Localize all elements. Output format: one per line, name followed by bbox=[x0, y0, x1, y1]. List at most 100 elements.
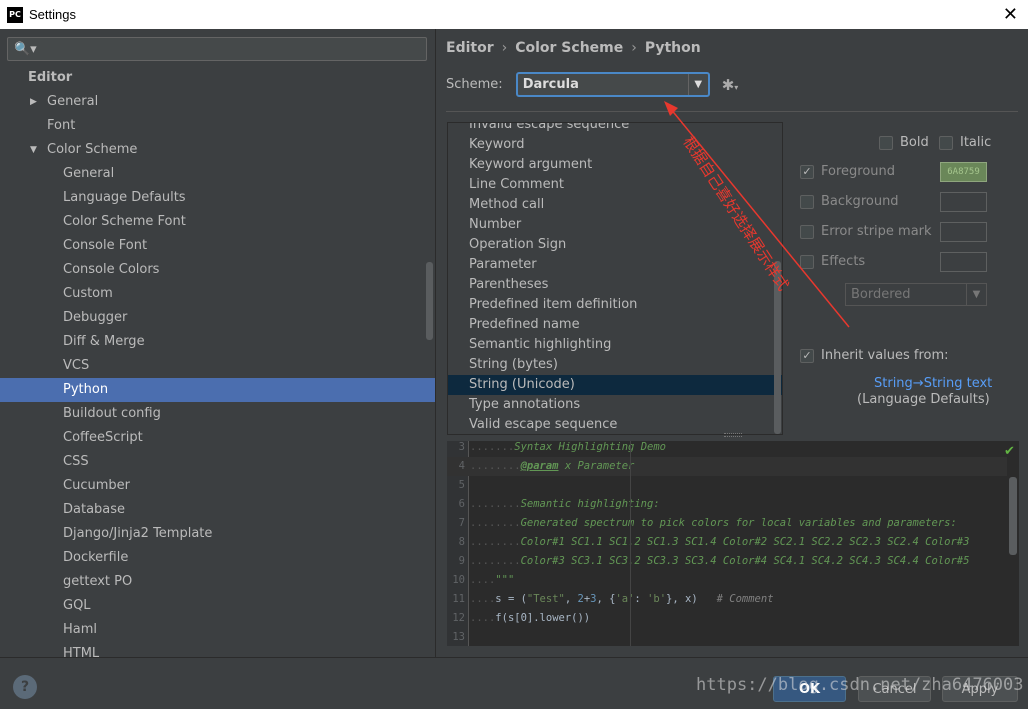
code-text: Color#3 SC3.1 SC3.2 SC3.3 SC3.4 Color#4 … bbox=[520, 555, 970, 567]
tree-item-debugger[interactable]: Debugger bbox=[0, 306, 435, 330]
list-item[interactable]: Semantic highlighting bbox=[448, 335, 782, 355]
error-stripe-option[interactable]: Error stripe mark bbox=[800, 224, 932, 239]
tree-item-haml[interactable]: Haml bbox=[0, 618, 435, 642]
tree-item-cucumber[interactable]: Cucumber bbox=[0, 474, 435, 498]
tree-item-font[interactable]: Font bbox=[0, 114, 435, 138]
foreground-checkbox[interactable]: ✓ bbox=[800, 164, 814, 179]
foreground-option[interactable]: ✓ Foreground bbox=[800, 164, 895, 179]
sidebar-scrollbar[interactable] bbox=[426, 262, 433, 340]
list-item[interactable]: Invalid escape sequence bbox=[448, 123, 782, 135]
error-stripe-color-swatch[interactable] bbox=[940, 222, 987, 242]
settings-tree: Editor ▶ General Font ▼ Color Scheme Gener… bbox=[0, 66, 435, 657]
ok-button[interactable]: OK bbox=[773, 676, 846, 702]
italic-option[interactable]: Italic bbox=[939, 135, 991, 150]
code-text: # Comment bbox=[716, 593, 774, 605]
tree-item-python[interactable]: Python bbox=[0, 378, 435, 402]
search-input[interactable] bbox=[40, 41, 426, 57]
chevron-down-icon[interactable]: ▼ bbox=[30, 138, 37, 162]
line-number: 11 bbox=[452, 593, 465, 605]
tree-item-coffeescript[interactable]: CoffeeScript bbox=[0, 426, 435, 450]
bold-checkbox[interactable] bbox=[879, 135, 893, 150]
code-text: : bbox=[634, 593, 648, 605]
background-option[interactable]: Background bbox=[800, 194, 899, 209]
tree-item-general[interactable]: ▶ General bbox=[0, 90, 435, 114]
tree-item-language-defaults[interactable]: Language Defaults bbox=[0, 186, 435, 210]
tree-item-buildout-config[interactable]: Buildout config bbox=[0, 402, 435, 426]
line-number: 10 bbox=[452, 574, 465, 586]
tree-item-editor[interactable]: Editor bbox=[0, 66, 435, 90]
settings-search[interactable]: 🔍▾ bbox=[7, 37, 427, 61]
effects-type-select[interactable]: Bordered ▼ bbox=[845, 283, 987, 306]
cancel-button[interactable]: Cancel bbox=[858, 676, 931, 702]
list-item[interactable]: Predefined item definition bbox=[448, 295, 782, 315]
code-preview[interactable]: 3 .......Syntax Highlighting Demo 4......… bbox=[447, 441, 1019, 646]
background-checkbox[interactable] bbox=[800, 194, 814, 209]
list-item[interactable]: Valid escape sequence bbox=[448, 415, 782, 434]
apply-button[interactable]: Apply bbox=[942, 676, 1018, 702]
check-icon: ✔ bbox=[1004, 444, 1015, 459]
tree-item-diff-merge[interactable]: Diff & Merge bbox=[0, 330, 435, 354]
help-button[interactable]: ? bbox=[13, 675, 37, 699]
list-item[interactable]: Parameter bbox=[448, 255, 782, 275]
effects-color-swatch[interactable] bbox=[940, 252, 987, 272]
tree-item-color-scheme-font[interactable]: Color Scheme Font bbox=[0, 210, 435, 234]
search-icon[interactable]: 🔍▾ bbox=[14, 42, 37, 57]
inherit-option[interactable]: ✓ Inherit values from: bbox=[800, 348, 949, 363]
effects-label: Effects bbox=[821, 254, 866, 269]
foreground-label: Foreground bbox=[821, 164, 896, 179]
tree-item-vcs[interactable]: VCS bbox=[0, 354, 435, 378]
tree-item-django-jinja2[interactable]: Django/Jinja2 Template bbox=[0, 522, 435, 546]
chevron-down-icon[interactable]: ▼ bbox=[966, 284, 986, 305]
list-item[interactable]: Operation Sign bbox=[448, 235, 782, 255]
italic-checkbox[interactable] bbox=[939, 135, 953, 150]
tree-item-color-scheme[interactable]: ▼ Color Scheme bbox=[0, 138, 435, 162]
list-item[interactable]: Type annotations bbox=[448, 395, 782, 415]
splitter-handle[interactable] bbox=[724, 433, 742, 437]
bold-option[interactable]: Bold bbox=[879, 135, 929, 150]
effects-option[interactable]: Effects bbox=[800, 254, 865, 269]
line-number: 13 bbox=[452, 631, 465, 643]
list-item[interactable]: Predefined name bbox=[448, 315, 782, 335]
right-margin-guide bbox=[630, 441, 631, 646]
error-stripe-checkbox[interactable] bbox=[800, 224, 814, 239]
line-number: 8 bbox=[458, 536, 465, 548]
pycharm-logo-icon: PC bbox=[7, 6, 23, 23]
list-item-selected[interactable]: String (Unicode) bbox=[448, 375, 782, 395]
code-text: Semantic highlighting: bbox=[520, 498, 660, 510]
tree-item-database[interactable]: Database bbox=[0, 498, 435, 522]
list-item[interactable]: Parentheses bbox=[448, 275, 782, 295]
code-preview-scrollbar[interactable] bbox=[1009, 477, 1017, 555]
chevron-right-icon[interactable]: ▶ bbox=[30, 90, 37, 114]
gear-icon[interactable]: ✱▾ bbox=[722, 76, 739, 94]
scheme-select[interactable]: Darcula ▼ bbox=[515, 72, 710, 97]
tree-item-console-colors[interactable]: Console Colors bbox=[0, 258, 435, 282]
tree-item-gettext-po[interactable]: gettext PO bbox=[0, 570, 435, 594]
list-item[interactable]: String (bytes) bbox=[448, 355, 782, 375]
tree-item-cs-general[interactable]: General bbox=[0, 162, 435, 186]
code-text: 'a' bbox=[615, 593, 635, 605]
background-color-swatch[interactable] bbox=[940, 192, 987, 212]
tree-item-dockerfile[interactable]: Dockerfile bbox=[0, 546, 435, 570]
tree-item-gql[interactable]: GQL bbox=[0, 594, 435, 618]
code-text: Color#1 SC1.1 SC1.2 SC1.3 SC1.4 Color#2 … bbox=[520, 536, 970, 548]
dialog-footer: ? OK Cancel Apply bbox=[0, 657, 1028, 709]
tree-item-html[interactable]: HTML bbox=[0, 642, 435, 657]
list-item[interactable]: Keyword bbox=[448, 135, 782, 155]
line-number: 6 bbox=[458, 498, 465, 510]
highlight-element-list[interactable]: Invalid escape sequence Keyword Keyword … bbox=[447, 122, 783, 435]
chevron-down-icon[interactable]: ▼ bbox=[687, 74, 708, 95]
breadcrumb-separator-icon: › bbox=[501, 40, 508, 56]
tree-item-css[interactable]: CSS bbox=[0, 450, 435, 474]
inherit-link[interactable]: String→String text bbox=[874, 376, 992, 391]
bold-label: Bold bbox=[900, 135, 929, 150]
effects-checkbox[interactable] bbox=[800, 254, 814, 269]
list-item[interactable]: Keyword argument bbox=[448, 155, 782, 175]
tree-item-custom[interactable]: Custom bbox=[0, 282, 435, 306]
breadcrumb: Editor › Color Scheme › Python bbox=[446, 40, 701, 56]
code-line: 11 ....s = ("Test", 2+3, {'a': 'b'}, x) #… bbox=[447, 590, 1007, 609]
inherit-checkbox[interactable]: ✓ bbox=[800, 348, 814, 363]
foreground-color-swatch[interactable]: 6A8759 bbox=[940, 162, 987, 182]
tree-item-console-font[interactable]: Console Font bbox=[0, 234, 435, 258]
close-icon[interactable]: ✕ bbox=[1003, 4, 1018, 25]
code-line: 13 bbox=[447, 628, 1007, 646]
